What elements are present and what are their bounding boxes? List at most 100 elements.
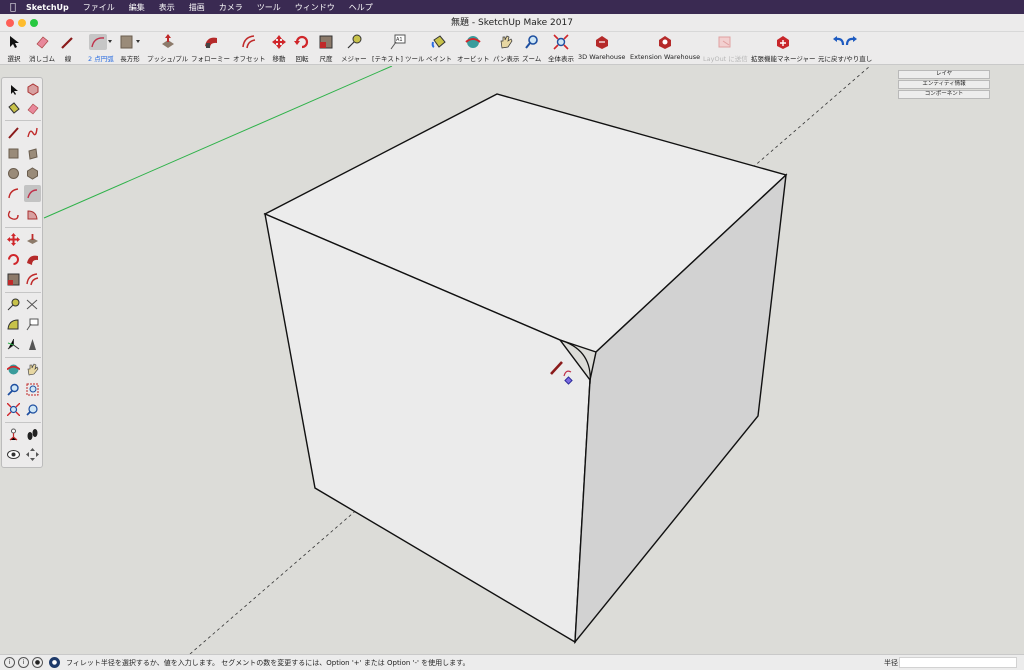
palette-pan-icon[interactable] [24, 361, 41, 378]
tool-scale-label: 尺度 [319, 55, 333, 63]
tool-undo-redo[interactable]: 元に戻す/やり直し [818, 34, 872, 63]
palette-zoom-extents-icon[interactable] [5, 401, 22, 418]
palette-line-icon[interactable] [5, 124, 22, 141]
palette-offset-icon[interactable] [24, 271, 41, 288]
tool-text[interactable]: A1 [テキスト] ツール [372, 34, 424, 63]
geo-location-icon[interactable]: i [4, 657, 15, 668]
tool-3d-warehouse[interactable]: 3D Warehouse [578, 34, 625, 61]
user-account-icon[interactable]: ● [32, 657, 43, 668]
palette-freehand-icon[interactable] [24, 124, 41, 141]
palette-axes-icon[interactable] [5, 336, 22, 353]
credits-icon[interactable]: i [18, 657, 29, 668]
palette-scale-icon[interactable] [5, 271, 22, 288]
tool-pushpull[interactable]: プッシュ/プル [147, 34, 188, 63]
palette-rotated-rectangle-icon[interactable] [24, 145, 41, 162]
pushpull-icon [160, 34, 176, 50]
palette-pie-icon[interactable] [24, 206, 41, 223]
menu-draw[interactable]: 描画 [189, 2, 205, 13]
tool-send-to-layout[interactable]: LayOut に送信 [703, 34, 748, 63]
offset-icon [241, 34, 257, 50]
palette-zoom-window-icon[interactable] [24, 381, 41, 398]
menu-tools[interactable]: ツール [257, 2, 281, 13]
maximize-window-button[interactable] [30, 19, 38, 27]
palette-select-icon[interactable] [5, 81, 22, 98]
tool-paint-label: ペイント [426, 55, 452, 63]
rotate-icon [294, 34, 310, 50]
palette-section-plane-icon[interactable] [24, 446, 41, 463]
palette-tape-icon[interactable] [5, 296, 22, 313]
palette-polygon-icon[interactable] [24, 165, 41, 182]
palette-2point-arc-icon[interactable] [24, 185, 41, 202]
palette-rectangle-icon[interactable] [5, 145, 22, 162]
eraser-icon [34, 34, 50, 50]
tool-rotate-label: 回転 [295, 55, 309, 63]
minimize-window-button[interactable] [18, 19, 26, 27]
tool-text-label: [テキスト] ツール [372, 55, 425, 63]
menu-view[interactable]: 表示 [159, 2, 175, 13]
measurements-label: 半径 [884, 659, 898, 667]
tool-extension-warehouse[interactable]: Extension Warehouse [630, 34, 700, 61]
menu-file[interactable]: ファイル [83, 2, 115, 13]
drawing-viewport[interactable] [0, 66, 1024, 654]
palette-walk-icon[interactable] [24, 426, 41, 443]
tool-rotate[interactable]: 回転 [294, 34, 310, 63]
tray-entity-info-panel[interactable]: エンティティ情報 [898, 80, 990, 89]
tool-offset-label: オフセット [233, 55, 266, 63]
palette-look-around-icon[interactable] [5, 446, 22, 463]
palette-protractor-icon[interactable] [5, 316, 22, 333]
tool-eraser[interactable]: 消しゴム [29, 34, 55, 63]
menu-edit[interactable]: 編集 [129, 2, 145, 13]
palette-rotate-icon[interactable] [5, 251, 22, 268]
tool-line[interactable]: 線 [60, 34, 76, 63]
palette-previous-view-icon[interactable] [24, 401, 41, 418]
palette-arc-icon[interactable] [5, 185, 22, 202]
tool-extension-manager[interactable]: 拡張機能マネージャー [751, 34, 816, 63]
close-window-button[interactable] [6, 19, 14, 27]
palette-orbit-icon[interactable] [5, 361, 22, 378]
large-toolset-toolbar: 選択 消しゴム 線 2 点円弧 長方形 プッシュ/プル フォローミー オフセット… [0, 32, 1024, 65]
measurements-input[interactable] [899, 657, 1017, 668]
tool-zoom-extents[interactable]: 全体表示 [548, 34, 574, 63]
tool-extension-warehouse-label: Extension Warehouse [630, 53, 701, 61]
palette-eraser-icon[interactable] [24, 100, 41, 117]
followme-icon [203, 34, 219, 50]
zoom-extents-icon [553, 34, 569, 50]
palette-dimension-icon[interactable] [24, 296, 41, 313]
palette-make-component-icon[interactable] [24, 81, 41, 98]
tool-select[interactable]: 選択 [6, 34, 22, 63]
tray-layers-panel[interactable]: レイヤ [898, 70, 990, 79]
palette-position-camera-icon[interactable] [5, 426, 22, 443]
palette-move-icon[interactable] [5, 231, 22, 248]
palette-paint-icon[interactable] [5, 100, 22, 117]
palette-3point-arc-icon[interactable] [5, 206, 22, 223]
palette-3dtext-icon[interactable] [24, 336, 41, 353]
palette-zoom-icon[interactable] [5, 381, 22, 398]
palette-text-icon[interactable] [24, 316, 41, 333]
menu-app-name[interactable]: SketchUp [26, 3, 69, 12]
tool-followme[interactable]: フォローミー [191, 34, 230, 63]
undo-redo-icon [831, 34, 859, 50]
palette-divider [5, 422, 41, 423]
tool-move[interactable]: 移動 [271, 34, 287, 63]
tool-offset[interactable]: オフセット [233, 34, 266, 63]
tool-arc[interactable]: 2 点円弧 [88, 34, 114, 63]
palette-pushpull-icon[interactable] [24, 231, 41, 248]
tool-pushpull-label: プッシュ/プル [147, 55, 189, 63]
tool-orbit[interactable]: オービット [457, 34, 490, 63]
tool-scale[interactable]: 尺度 [318, 34, 334, 63]
tool-pan-label: パン表示 [493, 55, 520, 63]
layout-icon [717, 34, 733, 50]
apple-icon[interactable]:  [0, 2, 26, 13]
menu-window[interactable]: ウィンドウ [295, 2, 335, 13]
palette-followme-icon[interactable] [24, 251, 41, 268]
tray-components-panel[interactable]: コンポーネント [898, 90, 990, 99]
instructor-icon[interactable]: ● [49, 657, 60, 668]
tool-tape-measure[interactable]: メジャー [341, 34, 367, 63]
menu-camera[interactable]: カメラ [219, 2, 243, 13]
tool-rectangle[interactable]: 長方形 [119, 34, 141, 63]
menu-help[interactable]: ヘルプ [349, 2, 373, 13]
tool-zoom[interactable]: ズーム [522, 34, 541, 63]
tool-paint[interactable]: ペイント [426, 34, 452, 63]
palette-circle-icon[interactable] [5, 165, 22, 182]
tool-pan[interactable]: パン表示 [493, 34, 519, 63]
